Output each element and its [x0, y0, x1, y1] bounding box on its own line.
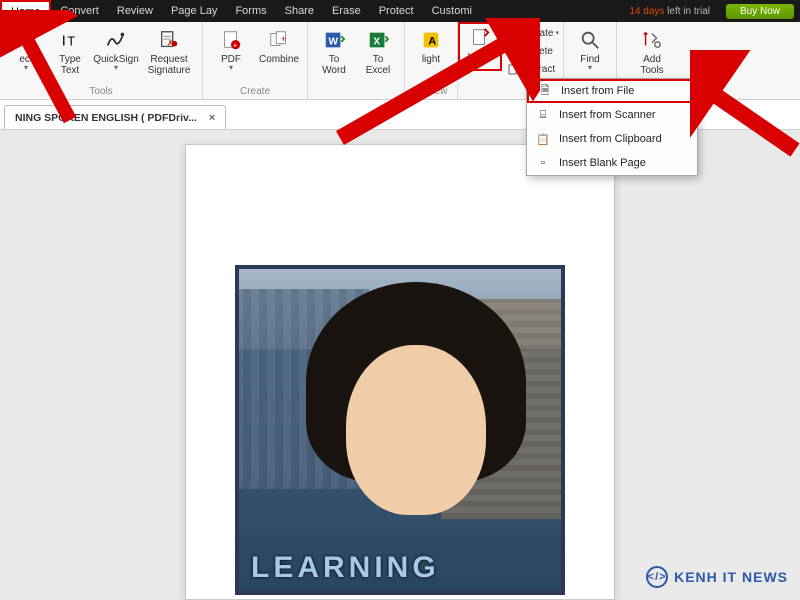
request-signature-button[interactable]: ✗ Request Signature — [140, 24, 198, 76]
quicksign-button[interactable]: QuickSign▾ — [92, 24, 140, 71]
highlight-icon: A — [419, 28, 443, 52]
menu-home[interactable]: Home — [0, 0, 51, 22]
document-tab-title: NING SPOKEN ENGLISH ( PDFDriv... — [15, 112, 197, 124]
close-tab-button[interactable]: × — [209, 112, 215, 124]
delete-button[interactable]: Delete — [506, 42, 559, 60]
menu-review[interactable]: Review — [108, 0, 162, 22]
group-convert-label — [355, 86, 358, 99]
combine-icon: + — [267, 28, 291, 52]
group-tools-label: Tools — [89, 86, 112, 99]
svg-text:W: W — [329, 37, 339, 48]
type-text-icon: IT — [58, 28, 82, 52]
group-create-label: Create — [240, 86, 270, 99]
svg-text:X: X — [373, 37, 380, 48]
menu-forms[interactable]: Forms — [226, 0, 275, 22]
delete-icon — [506, 44, 520, 58]
buy-now-button[interactable]: Buy Now — [726, 4, 794, 19]
insert-dropdown: 🗎Insert from File ⌸Insert from Scanner 📋… — [526, 78, 698, 176]
excel-icon: X — [366, 28, 390, 52]
menu-page-layout[interactable]: Page Lay — [162, 0, 226, 22]
group-review-label: Review — [415, 86, 448, 99]
combine-button[interactable]: + Combine — [255, 24, 303, 65]
document-page[interactable]: LEARNING — [185, 144, 615, 600]
find-button[interactable]: Find▾ — [568, 24, 612, 71]
add-tools-icon — [640, 28, 664, 52]
file-icon: 🗎 — [537, 83, 553, 99]
menu-erase[interactable]: Erase — [323, 0, 370, 22]
svg-text:+: + — [233, 40, 237, 49]
select-button[interactable]: ect▾ — [4, 24, 48, 71]
menu-share[interactable]: Share — [276, 0, 323, 22]
extract-icon — [506, 62, 520, 76]
extract-button[interactable]: Extract — [506, 60, 559, 78]
insert-from-clipboard[interactable]: 📋Insert from Clipboard — [527, 127, 697, 151]
watermark-icon: </> — [646, 566, 668, 588]
insert-from-scanner[interactable]: ⌸Insert from Scanner — [527, 103, 697, 127]
scanner-icon: ⌸ — [535, 107, 551, 123]
request-signature-icon: ✗ — [157, 28, 181, 52]
pdf-create-button[interactable]: + PDF▾ — [207, 24, 255, 71]
svg-text:+: + — [281, 34, 286, 44]
to-word-button[interactable]: W To Word — [312, 24, 356, 76]
watermark: </> KENH IT NEWS — [646, 566, 788, 588]
menu-bar: Home Convert Review Page Lay Forms Share… — [0, 0, 800, 22]
cursor-icon — [14, 28, 38, 52]
document-tab[interactable]: NING SPOKEN ENGLISH ( PDFDriv... × — [4, 105, 226, 129]
rotate-button[interactable]: ⟳Rotate▾ — [506, 24, 559, 42]
type-text-button[interactable]: IT Type Text — [48, 24, 92, 76]
pdf-icon: + — [219, 28, 243, 52]
menu-convert[interactable]: Convert — [51, 0, 108, 22]
insert-from-file[interactable]: 🗎Insert from File — [527, 79, 697, 103]
insert-button[interactable]: Insert▾ — [458, 22, 502, 71]
menu-protect[interactable]: Protect — [370, 0, 423, 22]
highlight-button[interactable]: A light — [409, 24, 453, 65]
insert-blank-page[interactable]: ▫Insert Blank Page — [527, 151, 697, 175]
blank-page-icon: ▫ — [535, 155, 551, 171]
svg-text:T: T — [67, 34, 75, 49]
find-icon — [578, 28, 602, 52]
insert-page-icon — [468, 26, 492, 50]
svg-text:I: I — [62, 34, 66, 50]
add-tools-button[interactable]: Add Tools — [628, 24, 676, 76]
word-icon: W — [322, 28, 346, 52]
to-excel-button[interactable]: X To Excel — [356, 24, 400, 76]
rotate-icon: ⟳ — [506, 26, 520, 40]
book-cover: LEARNING — [235, 265, 565, 595]
svg-text:A: A — [428, 36, 436, 48]
cover-title: LEARNING — [251, 551, 440, 585]
clipboard-icon: 📋 — [535, 131, 551, 147]
menu-customize[interactable]: Customi — [423, 0, 481, 22]
trial-status: 14 days left in trial — [619, 6, 720, 17]
workspace: LEARNING — [0, 130, 800, 600]
quicksign-icon — [104, 28, 128, 52]
